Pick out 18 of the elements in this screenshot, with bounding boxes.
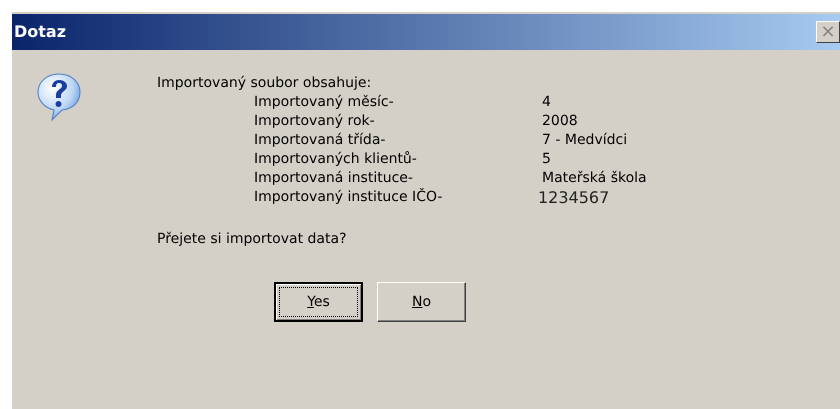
field-label: Importovaná třída-	[254, 131, 386, 150]
field-label: Importovaná instituce-	[254, 169, 414, 188]
field-value: 4	[542, 93, 552, 112]
no-button[interactable]: No	[377, 282, 466, 322]
message-text: Importovaný soubor obsahuje:	[157, 74, 372, 93]
field-label: Importovaný rok-	[254, 112, 376, 131]
field-value: 7 - Medvídci	[542, 131, 628, 150]
field-value: 5	[542, 150, 552, 169]
yes-button[interactable]: Yes	[274, 282, 363, 322]
field-label: Importovaných klientů-	[254, 150, 418, 169]
question-text: Přejete si importovat data?	[157, 230, 348, 249]
field-value: 1234567	[538, 188, 610, 207]
window-title: Dotaz	[13, 21, 66, 43]
field-value: 2008	[542, 112, 579, 131]
field-value: Mateřská škola	[542, 169, 647, 188]
field-label: Importovaný instituce IČO-	[254, 188, 444, 207]
field-label: Importovaný měsíc-	[254, 93, 395, 112]
question-icon	[36, 72, 82, 122]
